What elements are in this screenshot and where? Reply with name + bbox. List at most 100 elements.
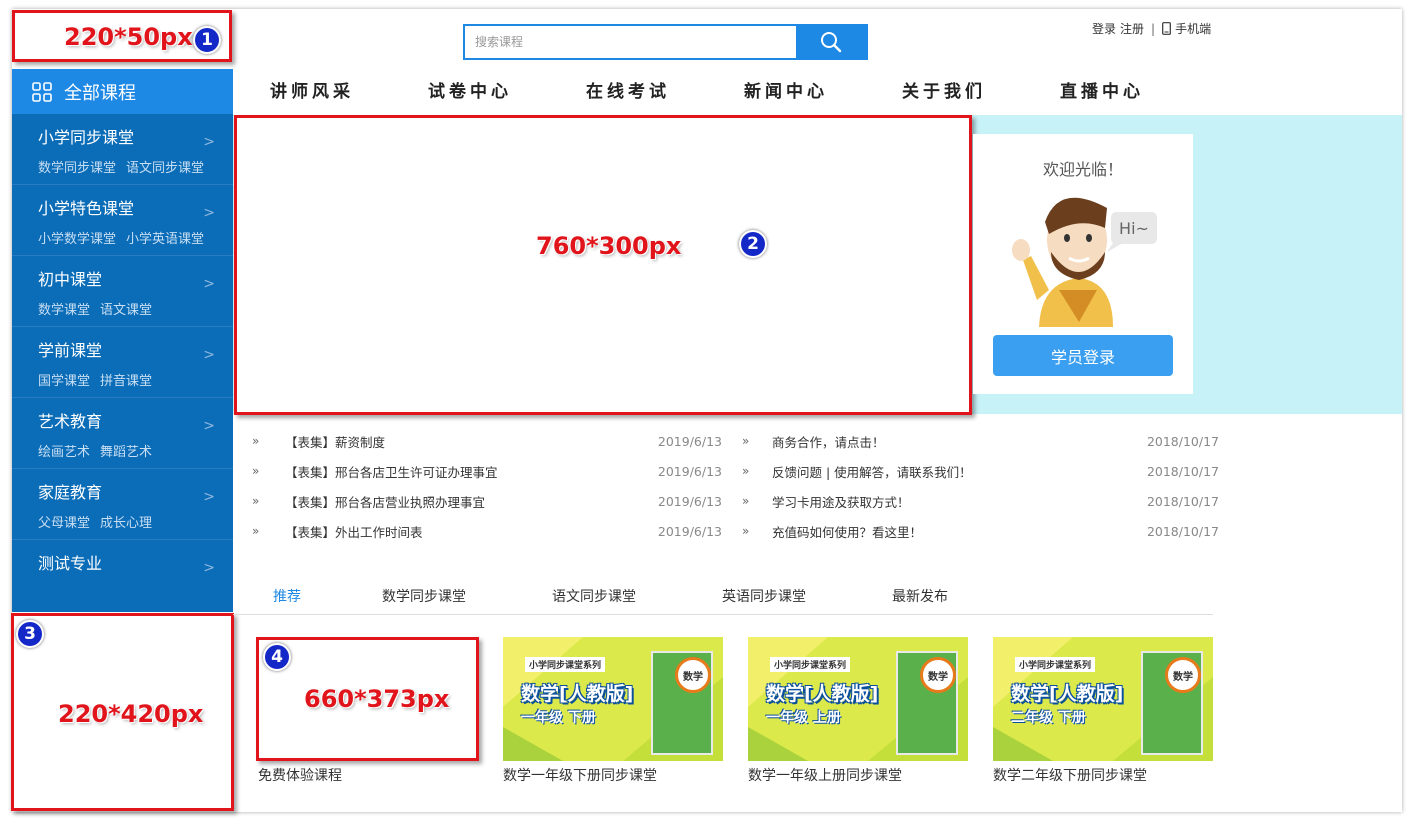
sidebar-sub-link[interactable]: 拼音课堂 (100, 370, 152, 389)
chevron-right-icon: > (203, 489, 215, 505)
badge-4: 4 (263, 643, 291, 671)
news-title: 【表集】邢台各店营业执照办理事宜 (285, 494, 486, 510)
sidebar-category[interactable]: 家庭教育 父母课堂 成长心理 > (12, 469, 233, 540)
sidebar-category-subs: 小学数学课堂 小学英语课堂 (38, 228, 233, 247)
tab-2[interactable]: 语文同步课堂 (552, 586, 636, 606)
mobile-phone-icon (1162, 22, 1171, 35)
thumbnail-grade: 二年级 下册 (1011, 710, 1086, 726)
course-thumbnail[interactable]: 小学同步课堂系列 数学[人教版] 二年级 下册 数学 (993, 637, 1213, 761)
news-date: 2019/6/13 (657, 523, 722, 539)
sidebar-category[interactable]: 小学特色课堂 小学数学课堂 小学英语课堂 > (12, 185, 233, 256)
thumbnail-series-label: 小学同步课堂系列 (770, 657, 851, 672)
double-chevron-icon: » (252, 524, 260, 538)
login-link[interactable]: 登录 (1092, 20, 1116, 37)
sidebar-category[interactable]: 学前课堂 国学课堂 拼音课堂 > (12, 327, 233, 398)
banner-size-label: 760*300px (536, 232, 682, 260)
sidebar-category[interactable]: 小学同步课堂 数学同步课堂 语文同步课堂 > (12, 114, 233, 185)
thumbnail-title: 数学[人教版] (1011, 683, 1124, 705)
news-item[interactable]: » 反馈问题 | 使用解答，请联系我们！ 2018/10/17 (742, 456, 1219, 486)
sidebar-category[interactable]: 初中课堂 数学课堂 语文课堂 > (12, 256, 233, 327)
thumbnail-title: 数学[人教版] (521, 683, 634, 705)
news-date: 2018/10/17 (1146, 433, 1219, 449)
course-title[interactable]: 数学一年级下册同步课堂 (503, 765, 657, 785)
sidebar-sub-link[interactable]: 国学课堂 (38, 370, 90, 389)
mobile-link[interactable]: 手机端 (1175, 20, 1211, 37)
sidebar-sub-link[interactable]: 数学课堂 (38, 299, 90, 318)
news-item[interactable]: » 【表集】邢台各店卫生许可证办理事宜 2019/6/13 (252, 456, 722, 486)
nav-item-live[interactable]: 直播中心 (1023, 70, 1181, 115)
search-input[interactable] (465, 26, 796, 58)
news-item[interactable]: » 【表集】薪资制度 2019/6/13 (252, 426, 722, 456)
student-login-button[interactable]: 学员登录 (993, 335, 1173, 376)
news-item[interactable]: » 【表集】邢台各店营业执照办理事宜 2019/6/13 (252, 486, 722, 516)
tab-1[interactable]: 数学同步课堂 (382, 586, 466, 606)
sidebar-header-label: 全部课程 (64, 82, 136, 104)
course-thumbnail[interactable]: 小学同步课堂系列 数学[人教版] 一年级 下册 数学 (503, 637, 723, 761)
course-tabs: 推荐 数学同步课堂 语文同步课堂 英语同步课堂 最新发布 (233, 580, 1213, 615)
tab-4[interactable]: 最新发布 (892, 586, 948, 606)
nav-item-news[interactable]: 新闻中心 (707, 70, 865, 115)
news-item[interactable]: » 充值码如何使用？看这里！ 2018/10/17 (742, 516, 1219, 546)
nav-item-papers[interactable]: 试卷中心 (391, 70, 549, 115)
tab-3[interactable]: 英语同步课堂 (722, 586, 806, 606)
news-item[interactable]: » 商务合作，请点击！ 2018/10/17 (742, 426, 1219, 456)
course-title[interactable]: 免费体验课程 (258, 765, 342, 785)
news-date: 2018/10/17 (1146, 463, 1219, 479)
course-thumb-size-label: 660*373px (304, 685, 450, 713)
sidebar-category[interactable]: 测试专业 > (12, 540, 233, 611)
course-title[interactable]: 数学二年级下册同步课堂 (993, 765, 1147, 785)
news-title: 【表集】外出工作时间表 (285, 524, 423, 540)
badge-3: 3 (16, 620, 44, 648)
sidebar-header[interactable]: 全部课程 (12, 69, 233, 114)
thumbnail-series-label: 小学同步课堂系列 (525, 657, 606, 672)
course-title[interactable]: 数学一年级上册同步课堂 (748, 765, 902, 785)
chevron-right-icon: > (203, 418, 215, 434)
sidebar-category-subs: 数学同步课堂 语文同步课堂 (38, 157, 233, 176)
thumbnail-title: 数学[人教版] (766, 683, 879, 705)
double-chevron-icon: » (742, 524, 750, 538)
sidebar-category-subs: 绘画艺术 舞蹈艺术 (38, 441, 233, 460)
sidebar-sub-link[interactable]: 小学数学课堂 (38, 228, 116, 247)
news-item[interactable]: » 【表集】外出工作时间表 2019/6/13 (252, 516, 722, 546)
news-title: 商务合作，请点击！ (772, 434, 885, 450)
login-card: 欢迎光临！ Hi~ 学员登录 (973, 134, 1193, 394)
search-icon (821, 32, 842, 53)
sidebar-sub-link[interactable]: 父母课堂 (38, 512, 90, 531)
banner-placeholder[interactable] (234, 115, 972, 415)
divider: | (1151, 21, 1156, 36)
sidebar-category[interactable]: 艺术教育 绘画艺术 舞蹈艺术 > (12, 398, 233, 469)
news-date: 2018/10/17 (1146, 493, 1219, 509)
nav-item-about[interactable]: 关于我们 (865, 70, 1023, 115)
logo-size-label: 220*50px (64, 23, 193, 51)
double-chevron-icon: » (252, 464, 260, 478)
sidebar-sub-link[interactable]: 数学同步课堂 (38, 157, 116, 176)
grid-icon (32, 81, 52, 102)
double-chevron-icon: » (742, 464, 750, 478)
textbook-subject: 数学 (920, 657, 956, 693)
sidebar-sub-link[interactable]: 小学英语课堂 (126, 228, 204, 247)
news-title: 【表集】薪资制度 (285, 434, 386, 450)
mascot-illustration: Hi~ (1012, 197, 1157, 327)
news-item[interactable]: » 学习卡用途及获取方式！ 2018/10/17 (742, 486, 1219, 516)
sidebar-sub-link[interactable]: 语文同步课堂 (126, 157, 204, 176)
search-button[interactable] (796, 26, 866, 58)
nav-item-exam[interactable]: 在线考试 (549, 70, 707, 115)
sidebar-sub-link[interactable]: 语文课堂 (100, 299, 152, 318)
course-thumbnail[interactable]: 小学同步课堂系列 数学[人教版] 一年级 上册 数学 (748, 637, 968, 761)
news-title: 学习卡用途及获取方式！ (772, 494, 910, 510)
nav-item-teachers[interactable]: 讲师风采 (233, 70, 391, 115)
double-chevron-icon: » (742, 434, 750, 448)
news-date: 2019/6/13 (657, 493, 722, 509)
sidebar-category-subs: 数学课堂 语文课堂 (38, 299, 233, 318)
chevron-right-icon: > (203, 560, 215, 576)
news-date: 2018/10/17 (1146, 523, 1219, 539)
tab-0[interactable]: 推荐 (273, 586, 301, 606)
sidebar-sub-link[interactable]: 成长心理 (100, 512, 152, 531)
news-list-right: » 商务合作，请点击！ 2018/10/17 » 反馈问题 | 使用解答，请联系我们！ 2… (742, 426, 1219, 546)
chevron-right-icon: > (203, 205, 215, 221)
sidebar-sub-link[interactable]: 绘画艺术 (38, 441, 90, 460)
register-link[interactable]: 注册 (1120, 20, 1144, 37)
double-chevron-icon: » (252, 494, 260, 508)
textbook-subject: 数学 (1165, 657, 1201, 693)
sidebar-sub-link[interactable]: 舞蹈艺术 (100, 441, 152, 460)
